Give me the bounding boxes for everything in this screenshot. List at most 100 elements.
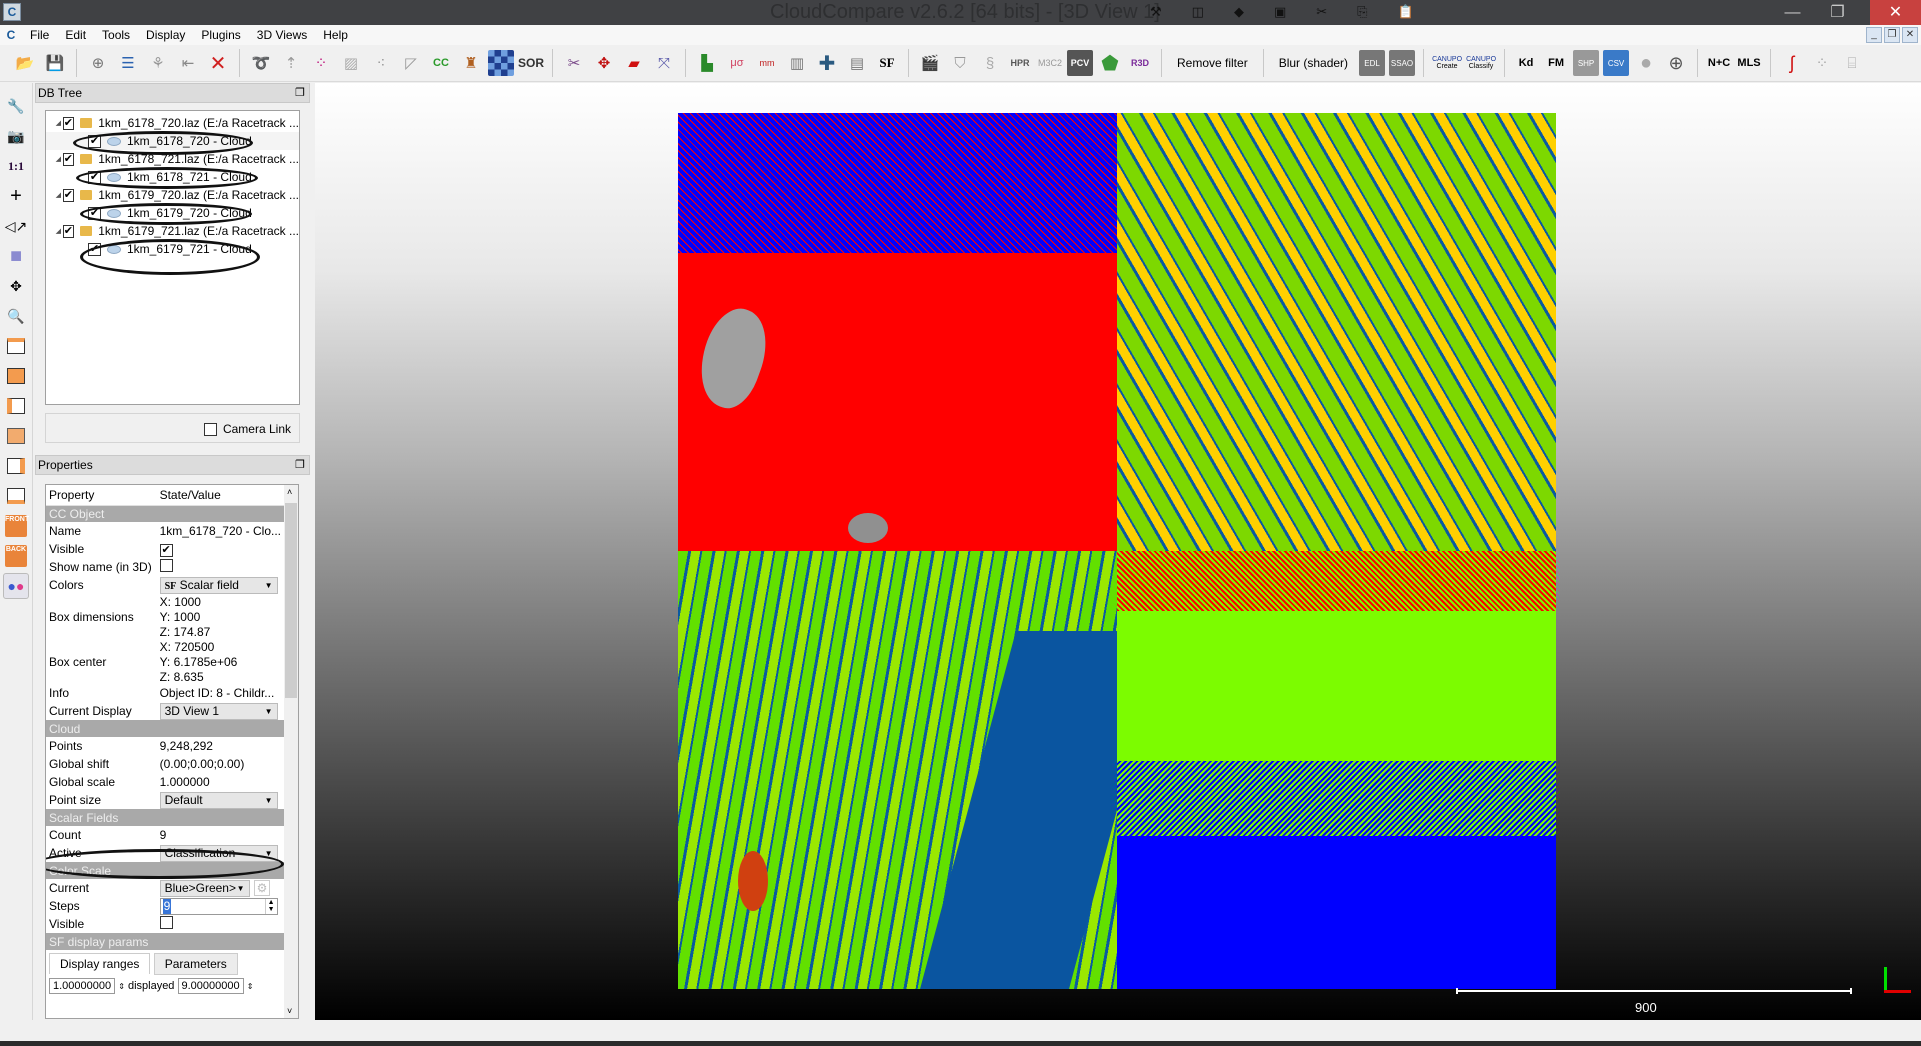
tab-parameters[interactable]: Parameters (153, 953, 238, 975)
cylinder-icon[interactable]: ⌸ (1839, 50, 1865, 76)
scroll-down-icon[interactable]: ˅ (287, 1006, 292, 1016)
cut-icon[interactable]: ✂ (1316, 4, 1327, 20)
back-view-icon[interactable] (3, 423, 29, 449)
mdi-minimize-button[interactable]: _ (1866, 27, 1882, 43)
wrench-icon[interactable]: ⚒ (1150, 4, 1162, 20)
tree-checkbox[interactable]: ✔ (62, 188, 75, 202)
point-cloud-6178-720[interactable] (678, 551, 1117, 989)
distance-icon[interactable]: ◸ (398, 50, 424, 76)
rotate-icon[interactable]: ◁↗ (3, 213, 29, 239)
3d-view[interactable]: 900 (315, 83, 1921, 1020)
ribbon-icon[interactable]: § (977, 50, 1003, 76)
tree-cloud-row[interactable]: ✔ 1km_6179_720 - Cloud (46, 204, 299, 222)
menu-file[interactable]: File (22, 28, 57, 42)
stereo-icon[interactable]: ● ● (3, 573, 29, 599)
crosshair-icon[interactable]: ⤧ (651, 50, 677, 76)
calculator-icon[interactable]: ▤ (844, 50, 870, 76)
csv-icon[interactable]: CSV (1603, 50, 1630, 76)
register-icon[interactable]: ➰ (248, 50, 274, 76)
tree-checkbox[interactable]: ✔ (88, 242, 101, 256)
pin-icon[interactable]: ◆ (1234, 4, 1244, 20)
open-icon[interactable]: 📂 (12, 50, 38, 76)
move-icon[interactable]: ✥ (3, 273, 29, 299)
steps-input[interactable]: 9 (162, 898, 172, 914)
camera-icon[interactable]: 📷 (3, 123, 29, 149)
trash-icon[interactable]: ▣ (1274, 4, 1286, 20)
section-icon[interactable]: ▰ (621, 50, 647, 76)
copy-icon[interactable]: ⎘ (1357, 4, 1367, 20)
globe-icon[interactable]: ⊕ (1663, 50, 1689, 76)
wrench-icon[interactable]: 🔧 (3, 93, 29, 119)
top-view-icon[interactable] (3, 333, 29, 359)
histogram-icon[interactable]: ▙ (694, 50, 720, 76)
n-plus-c-icon[interactable]: N+C (1706, 50, 1732, 76)
spinner-icon[interactable]: ⇕ (118, 982, 125, 991)
subsample-icon[interactable]: ⁘ (308, 50, 334, 76)
palette-icon[interactable]: ▥ (784, 50, 810, 76)
statistics-icon[interactable]: μσ (724, 50, 750, 76)
spinner-icon[interactable]: ▲ ▼ (264, 898, 277, 914)
tree-checkbox[interactable]: ✔ (62, 152, 75, 166)
menu-plugins[interactable]: Plugins (193, 28, 248, 42)
checkerboard-icon[interactable] (488, 50, 514, 76)
iso-front-icon[interactable]: FRONT (3, 513, 29, 539)
magnifier-icon[interactable]: 🔍 (3, 303, 29, 329)
scissors-icon[interactable]: ✂ (561, 50, 587, 76)
cc-icon[interactable]: CC (428, 50, 454, 76)
canupo-create-icon[interactable]: CANUPO Create (1432, 50, 1462, 76)
edl-icon[interactable]: EDL (1359, 50, 1386, 76)
gear-icon[interactable]: ⚙ (253, 880, 271, 896)
shp-icon[interactable]: SHP (1573, 50, 1600, 76)
camera-link-checkbox[interactable] (203, 422, 217, 436)
menu-help[interactable]: Help (315, 28, 356, 42)
list-icon[interactable]: ☰ (115, 50, 141, 76)
tree-file-row[interactable]: ◢ ✔ 1km_6178_721.laz (E:/a Racetrack ... (46, 150, 299, 168)
mls-icon[interactable]: MLS (1736, 50, 1762, 76)
scrollbar-thumb[interactable] (285, 503, 297, 698)
colors-dropdown[interactable]: SF Scalar field ▼ (159, 576, 278, 594)
r3d-icon[interactable]: R3D (1127, 50, 1153, 76)
tree-checkbox[interactable]: ✔ (88, 134, 101, 148)
min-max-icon[interactable]: mm (754, 50, 780, 76)
restore-button[interactable]: ❐ (1815, 0, 1860, 25)
cube-view-icon[interactable]: ■ (3, 243, 29, 269)
menu-edit[interactable]: Edit (57, 28, 94, 42)
expand-arrow-icon[interactable]: ◢ (54, 227, 63, 235)
front-view-icon[interactable] (3, 363, 29, 389)
float-icon[interactable]: ❐ (295, 84, 305, 102)
s-curve-icon[interactable]: ʃ (1779, 50, 1805, 76)
scroll-up-icon[interactable]: ˄ (287, 487, 292, 497)
pcv-icon[interactable]: PCV (1067, 50, 1093, 76)
close-button[interactable]: ✕ (1870, 0, 1921, 25)
mdi-restore-button[interactable]: ❐ (1884, 27, 1900, 43)
left-view-icon[interactable] (3, 393, 29, 419)
remove-filter-button[interactable]: Remove filter (1170, 50, 1255, 76)
clone-icon[interactable]: ⊕ (85, 50, 111, 76)
point-cloud-6179-720[interactable] (678, 113, 1117, 551)
split-icon[interactable]: ◫ (1192, 4, 1204, 20)
point-cloud-6178-721[interactable] (1117, 551, 1556, 989)
mesh-icon[interactable]: ▨ (338, 50, 364, 76)
crosshair-icon[interactable]: + (3, 183, 29, 209)
hpr-icon[interactable]: HPR (1007, 50, 1033, 76)
shield-icon[interactable]: ⛉ (947, 50, 973, 76)
tree-checkbox[interactable]: ✔ (88, 170, 101, 184)
menu-display[interactable]: Display (138, 28, 193, 42)
tree-checkbox[interactable]: ✔ (88, 206, 101, 220)
kd-icon[interactable]: Kd (1513, 50, 1539, 76)
fm-icon[interactable]: FM (1543, 50, 1569, 76)
sample-icon[interactable]: ⚘ (145, 50, 171, 76)
current-display-dropdown[interactable]: 3D View 1 ▼ (159, 702, 278, 720)
delete-icon[interactable]: ✕ (205, 50, 231, 76)
expand-arrow-icon[interactable]: ◢ (54, 191, 63, 199)
sphere-icon[interactable]: ● (1633, 50, 1659, 76)
canupo-classify-icon[interactable]: CANUPO Classify (1466, 50, 1496, 76)
tree-cloud-row[interactable]: ✔ 1km_6178_721 - Cloud (46, 168, 299, 186)
range-max-input[interactable]: 9.00000000 (177, 978, 244, 994)
dodecahedron-icon[interactable]: ⬟ (1097, 50, 1123, 76)
ssao-icon[interactable]: SSAO (1389, 50, 1416, 76)
blur-shader-button[interactable]: Blur (shader) (1272, 50, 1355, 76)
visible-checkbox[interactable]: ✔ (159, 543, 173, 557)
sf-icon[interactable]: SF (874, 50, 900, 76)
tree-file-row[interactable]: ◢ ✔ 1km_6178_720.laz (E:/a Racetrack ... (46, 114, 299, 132)
